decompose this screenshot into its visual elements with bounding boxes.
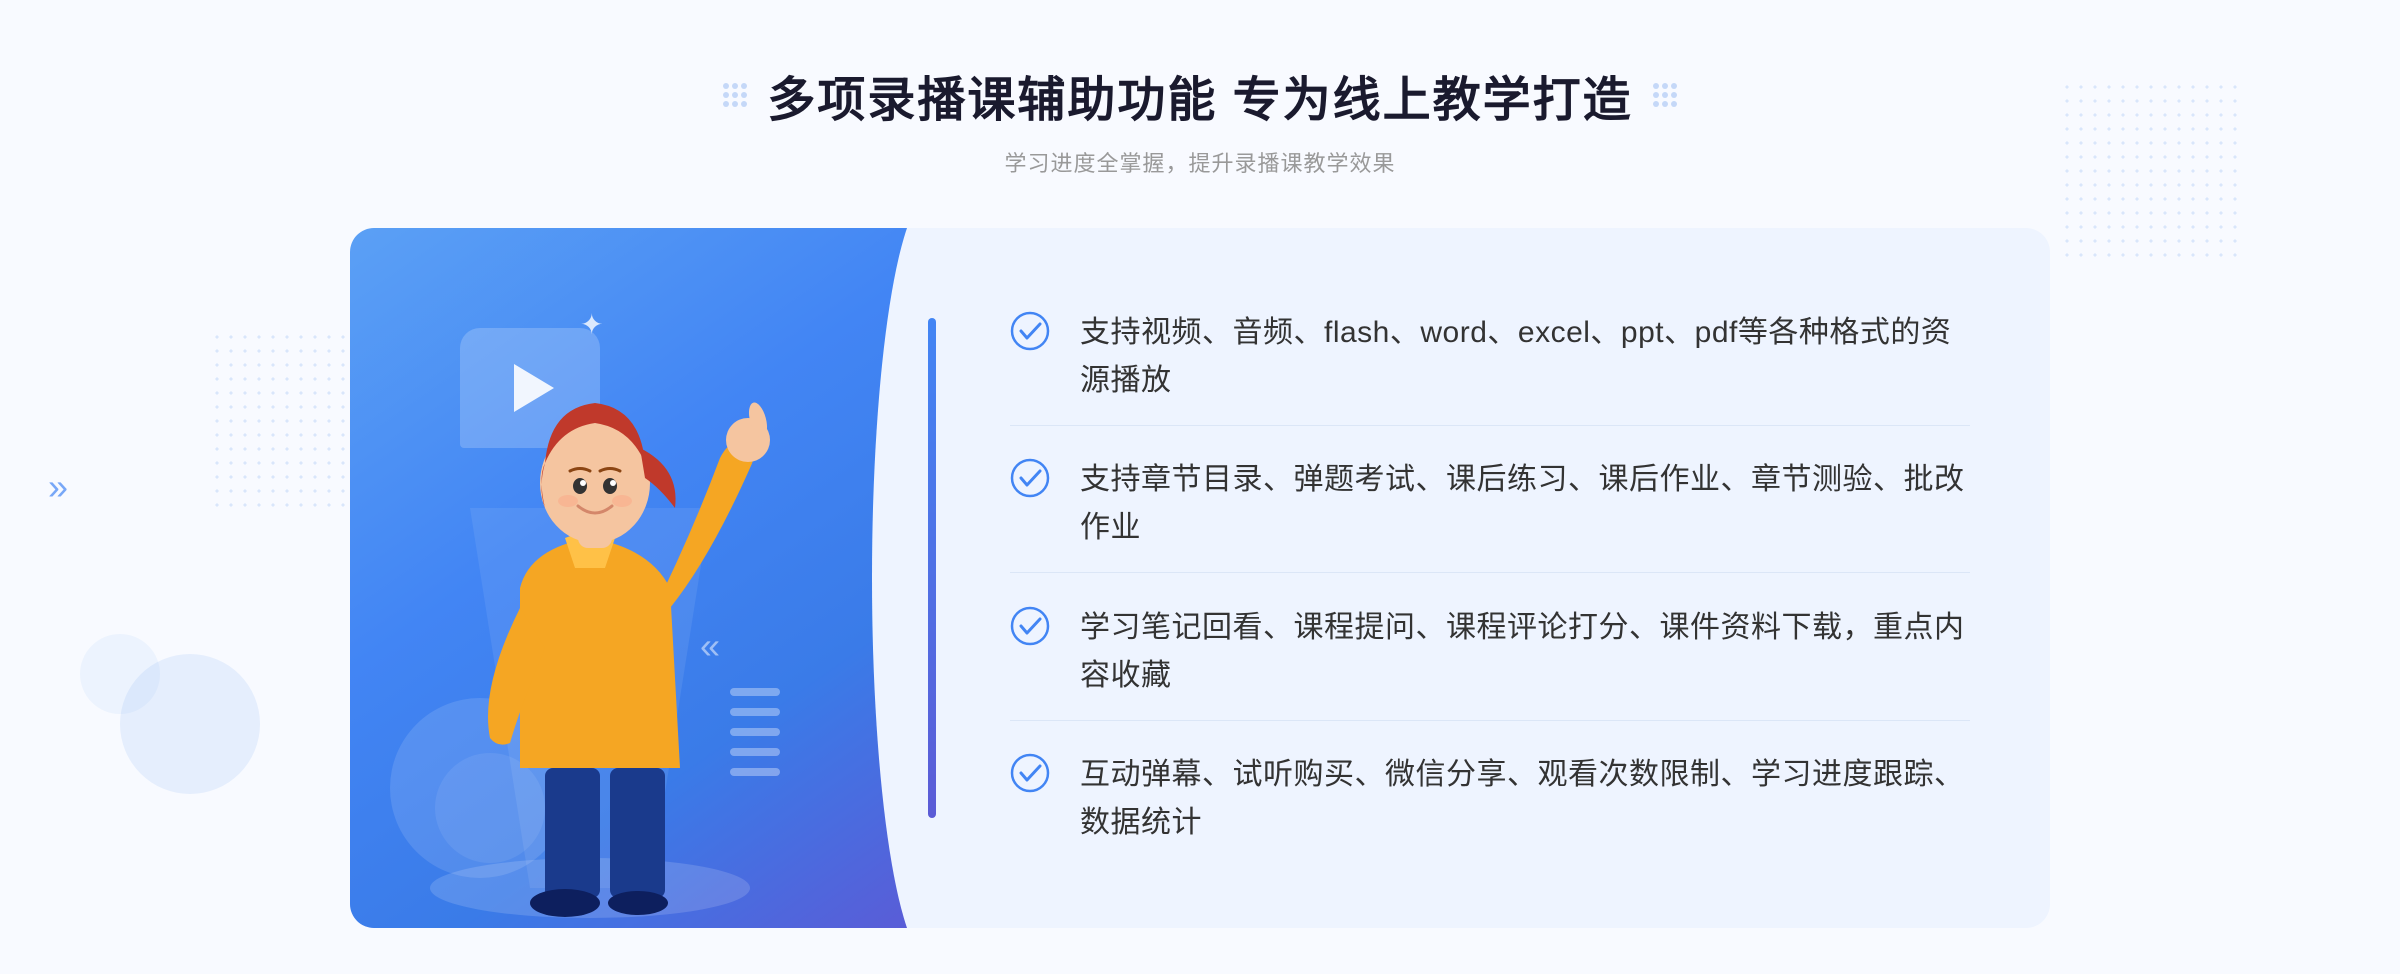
content-wrapper: ✦ « <box>350 228 2050 928</box>
feature-text-4: 互动弹幕、试听购买、微信分享、观看次数限制、学习进度跟踪、数据统计 <box>1080 751 1970 847</box>
feature-text-1: 支持视频、音频、flash、word、excel、ppt、pdf等各种格式的资源… <box>1080 309 1970 405</box>
page-subtitle: 学习进度全掌握，提升录播课教学效果 <box>723 146 1676 178</box>
feature-item-3: 学习笔记回看、课程提问、课程评论打分、课件资料下载，重点内容收藏 <box>1010 584 1970 721</box>
check-circle-icon-4 <box>1010 753 1050 793</box>
dots-pattern-right <box>2060 80 2240 260</box>
page-title: 多项录播课辅助功能 专为线上教学打造 <box>767 60 1632 130</box>
feature-text-3: 学习笔记回看、课程提问、课程评论打分、课件资料下载，重点内容收藏 <box>1080 604 1970 700</box>
decorative-dots-right <box>1653 83 1677 107</box>
page-container: 多项录播课辅助功能 专为线上教学打造 学习进度全掌握，提升录播课教学效果 ✦ <box>0 0 2400 974</box>
title-row: 多项录播课辅助功能 专为线上教学打造 <box>723 60 1676 130</box>
feature-item-1: 支持视频、音频、flash、word、excel、ppt、pdf等各种格式的资源… <box>1010 289 1970 426</box>
features-panel: 支持视频、音频、flash、word、excel、ppt、pdf等各种格式的资源… <box>930 228 2050 928</box>
feature-item-2: 支持章节目录、弹题考试、课后练习、课后作业、章节测验、批改作业 <box>1010 436 1970 573</box>
header-section: 多项录播课辅助功能 专为线上教学打造 学习进度全掌握，提升录播课教学效果 <box>723 0 1676 178</box>
blue-accent-bar <box>928 318 936 818</box>
decorative-dots-left <box>723 83 747 107</box>
illustration-panel: ✦ « <box>350 228 930 928</box>
feature-text-2: 支持章节目录、弹题考试、课后练习、课后作业、章节测验、批改作业 <box>1080 456 1970 552</box>
svg-text:«: « <box>700 625 720 666</box>
feature-item-4: 互动弹幕、试听购买、微信分享、观看次数限制、学习进度跟踪、数据统计 <box>1010 731 1970 867</box>
left-arrow-decoration: » <box>48 466 68 508</box>
check-circle-icon-2 <box>1010 458 1050 498</box>
check-circle-icon-1 <box>1010 311 1050 351</box>
character-illustration: « <box>390 308 830 928</box>
check-circle-icon-3 <box>1010 606 1050 646</box>
deco-circle-bottom-left-2 <box>80 634 160 714</box>
